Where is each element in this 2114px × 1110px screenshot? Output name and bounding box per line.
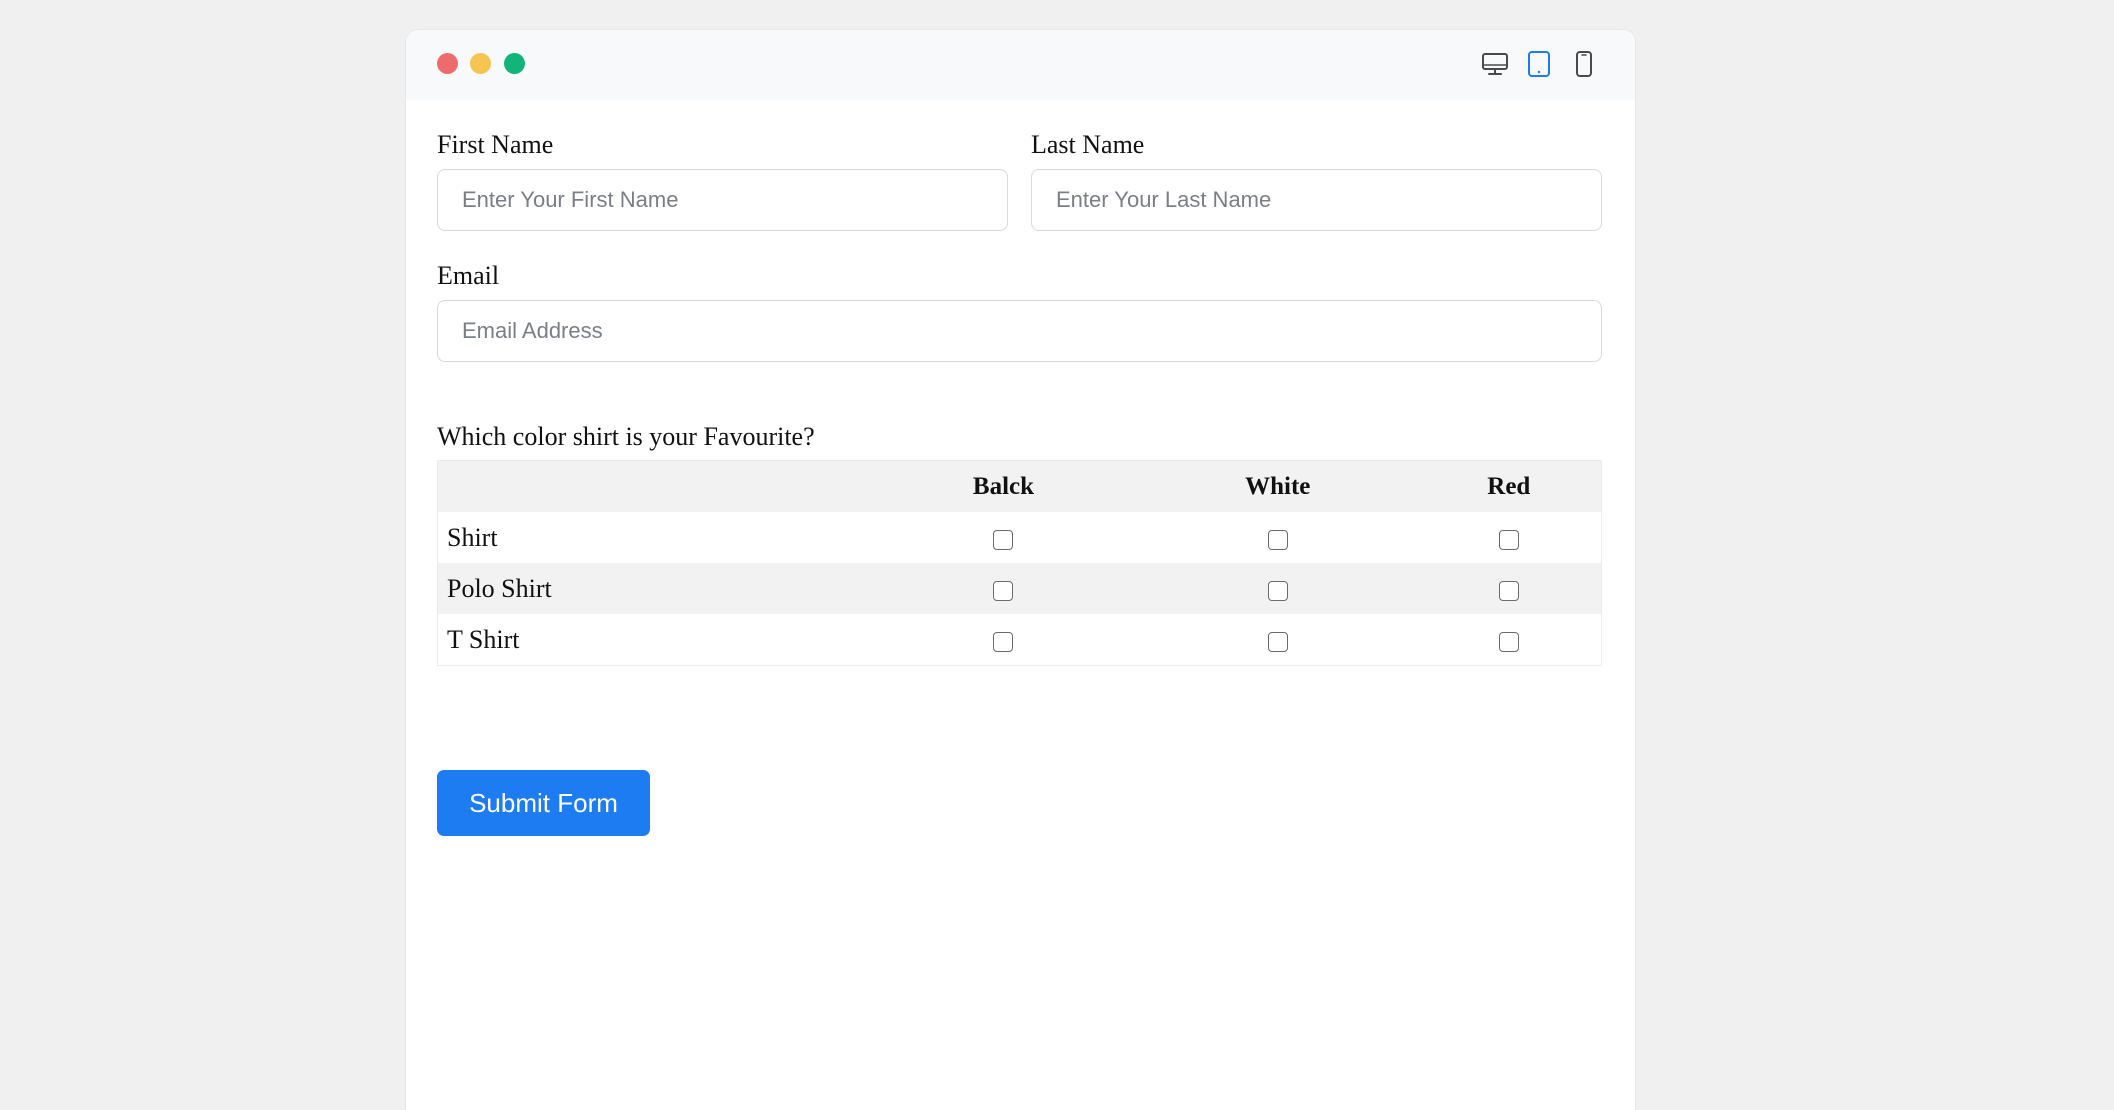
checkbox-polo-shirt-black[interactable] <box>993 580 1014 601</box>
last-name-input[interactable] <box>1031 169 1602 231</box>
checkbox-shirt-red[interactable] <box>1498 529 1519 550</box>
first-name-label: First Name <box>437 130 554 159</box>
checkbox-polo-shirt-white[interactable] <box>1267 580 1288 601</box>
row-label-polo-shirt: Polo Shirt <box>437 563 869 614</box>
minimize-dot[interactable] <box>470 53 491 74</box>
window-titlebar <box>406 30 1635 100</box>
column-header-black: Balck <box>868 460 1139 512</box>
maximize-dot[interactable] <box>504 53 525 74</box>
mobile-icon[interactable] <box>1568 48 1600 80</box>
checkbox-t-shirt-red[interactable] <box>1498 631 1519 652</box>
checkbox-shirt-white[interactable] <box>1267 529 1288 550</box>
email-input[interactable] <box>437 300 1602 362</box>
matrix-header-row: Balck White Red <box>437 460 1602 512</box>
last-name-label: Last Name <box>1031 130 1145 159</box>
checkbox-t-shirt-white[interactable] <box>1267 631 1288 652</box>
matrix-row-shirt: Shirt <box>438 512 1602 563</box>
column-header-red: Red <box>1416 460 1602 512</box>
desktop-icon[interactable] <box>1479 48 1511 80</box>
matrix-row-polo-shirt: Polo Shirt <box>437 563 1602 614</box>
matrix-row-t-shirt: T Shirt <box>438 614 1602 666</box>
form-preview-window: First Name Last Name Email Which color s… <box>406 30 1635 1110</box>
checkbox-t-shirt-black[interactable] <box>993 631 1014 652</box>
shirt-color-matrix: Balck White Red Shirt Polo Shirt T Shirt <box>437 460 1602 666</box>
column-header-white: White <box>1138 460 1417 512</box>
row-label-t-shirt: T Shirt <box>447 624 520 654</box>
submit-form-button[interactable]: Submit Form <box>437 770 650 836</box>
first-name-input[interactable] <box>437 169 1008 231</box>
tablet-icon[interactable] <box>1523 48 1555 80</box>
checkbox-polo-shirt-red[interactable] <box>1498 580 1519 601</box>
shirt-color-question: Which color shirt is your Favourite? <box>437 422 815 451</box>
email-label: Email <box>437 261 500 290</box>
checkbox-shirt-black[interactable] <box>993 529 1014 550</box>
matrix-corner-cell <box>437 460 869 512</box>
row-label-shirt: Shirt <box>447 522 498 552</box>
close-dot[interactable] <box>437 53 458 74</box>
